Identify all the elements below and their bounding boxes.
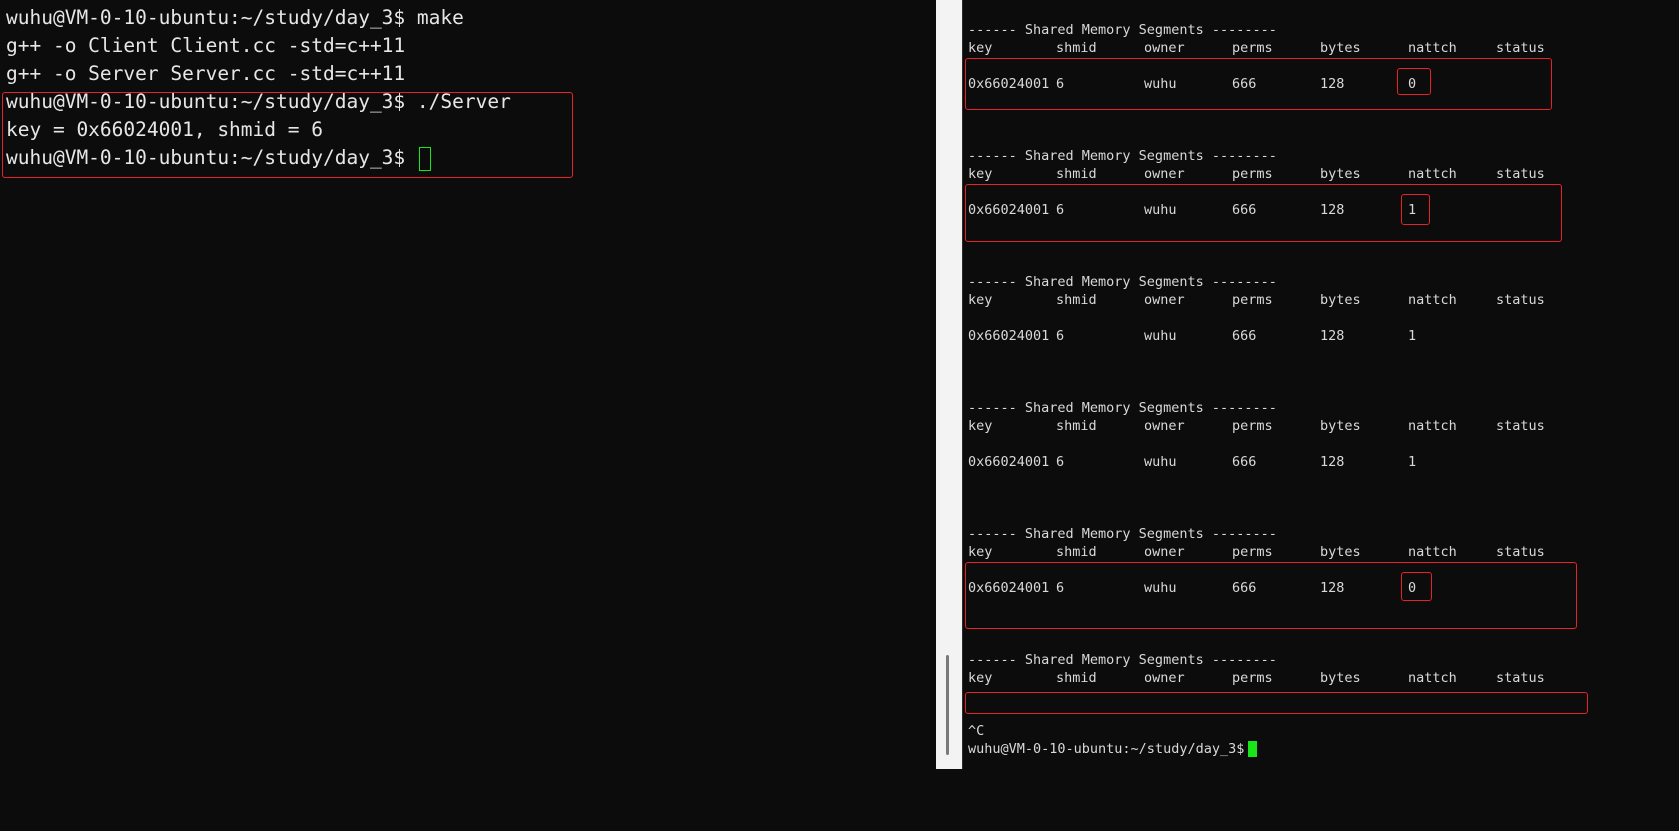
column-header: nattch	[1408, 418, 1457, 434]
column-header: nattch	[1408, 40, 1457, 56]
terminal-line: g++ -o Client Client.cc -std=c++11	[6, 34, 406, 57]
cell-owner: wuhu	[1144, 454, 1177, 470]
section-title: ------ Shared Memory Segments --------	[968, 652, 1277, 668]
terminal-line: wuhu@VM-0-10-ubuntu:~/study/day_3$ make	[6, 6, 464, 29]
column-header-row: key shmid owner perms bytes nattch statu…	[963, 417, 1663, 435]
nattch-highlight-box	[1401, 194, 1430, 225]
column-header: shmid	[1056, 166, 1097, 182]
column-header: status	[1496, 670, 1545, 686]
column-header: nattch	[1408, 166, 1457, 182]
column-header: bytes	[1320, 670, 1361, 686]
column-header: perms	[1232, 292, 1273, 308]
cell-bytes: 128	[1320, 328, 1345, 344]
cell-shmid: 6	[1056, 454, 1065, 470]
column-header: owner	[1144, 544, 1185, 560]
column-header: key	[968, 670, 993, 686]
column-header: bytes	[1320, 418, 1361, 434]
column-header: shmid	[1056, 40, 1097, 56]
highlight-box	[965, 58, 1552, 110]
cursor-icon	[1248, 741, 1258, 757]
interrupt-text: ^C	[968, 723, 985, 739]
scrollbar-thumb[interactable]	[946, 655, 949, 755]
section-title: ------ Shared Memory Segments --------	[968, 22, 1277, 38]
column-header: perms	[1232, 418, 1273, 434]
cell-key: 0x66024001	[968, 454, 1050, 470]
column-header-row: key shmid owner perms bytes nattch statu…	[963, 39, 1663, 57]
column-header: shmid	[1056, 292, 1097, 308]
column-header: perms	[1232, 544, 1273, 560]
column-header: key	[968, 166, 993, 182]
column-header: nattch	[1408, 670, 1457, 686]
column-header: shmid	[1056, 544, 1097, 560]
cell-bytes: 128	[1320, 454, 1345, 470]
column-header: shmid	[1056, 418, 1097, 434]
section-title: ------ Shared Memory Segments --------	[968, 400, 1277, 416]
segment-row: 0x66024001 6 wuhu 666 128 1	[963, 327, 1663, 345]
cell-nattch: 1	[1408, 328, 1417, 344]
right-terminal-pane[interactable]: ------ Shared Memory Segments -------- k…	[962, 0, 1679, 769]
column-header: owner	[1144, 166, 1185, 182]
cell-shmid: 6	[1056, 328, 1065, 344]
highlight-box	[965, 184, 1562, 242]
column-header: status	[1496, 40, 1545, 56]
column-header: status	[1496, 418, 1545, 434]
nattch-highlight-box	[1397, 68, 1431, 95]
highlight-box-empty	[965, 692, 1588, 714]
highlight-box	[2, 92, 573, 178]
column-header-row: key shmid owner perms bytes nattch statu…	[963, 669, 1663, 687]
column-header: owner	[1144, 40, 1185, 56]
column-header: status	[1496, 292, 1545, 308]
section-title: ------ Shared Memory Segments --------	[968, 526, 1277, 542]
column-header: nattch	[1408, 292, 1457, 308]
column-header: perms	[1232, 670, 1273, 686]
column-header: bytes	[1320, 166, 1361, 182]
column-header-row: key shmid owner perms bytes nattch statu…	[963, 291, 1663, 309]
column-header-row: key shmid owner perms bytes nattch statu…	[963, 543, 1663, 561]
column-header: bytes	[1320, 292, 1361, 308]
column-header: bytes	[1320, 40, 1361, 56]
cell-owner: wuhu	[1144, 328, 1177, 344]
column-header: owner	[1144, 418, 1185, 434]
section-title: ------ Shared Memory Segments --------	[968, 274, 1277, 290]
column-header: status	[1496, 544, 1545, 560]
highlight-box	[965, 562, 1577, 629]
column-header: nattch	[1408, 544, 1457, 560]
column-header: key	[968, 544, 993, 560]
column-header: shmid	[1056, 670, 1097, 686]
column-header: key	[968, 292, 993, 308]
column-header: perms	[1232, 166, 1273, 182]
cell-key: 0x66024001	[968, 328, 1050, 344]
section-title: ------ Shared Memory Segments --------	[968, 148, 1277, 164]
terminal-prompt-line: wuhu@VM-0-10-ubuntu:~/study/day_3$	[968, 740, 1258, 758]
column-header: key	[968, 40, 993, 56]
cell-perms: 666	[1232, 328, 1257, 344]
column-header: perms	[1232, 40, 1273, 56]
terminal-prompt: wuhu@VM-0-10-ubuntu:~/study/day_3$	[968, 741, 1245, 757]
cell-perms: 666	[1232, 454, 1257, 470]
pane-divider[interactable]	[936, 0, 962, 769]
cell-nattch: 1	[1408, 454, 1417, 470]
column-header: owner	[1144, 670, 1185, 686]
column-header: status	[1496, 166, 1545, 182]
column-header-row: key shmid owner perms bytes nattch statu…	[963, 165, 1663, 183]
segment-row: 0x66024001 6 wuhu 666 128 1	[963, 453, 1663, 471]
column-header: bytes	[1320, 544, 1361, 560]
terminal-line: g++ -o Server Server.cc -std=c++11	[6, 62, 406, 85]
column-header: owner	[1144, 292, 1185, 308]
left-terminal-pane[interactable]: wuhu@VM-0-10-ubuntu:~/study/day_3$ make …	[0, 0, 936, 769]
column-header: key	[968, 418, 993, 434]
nattch-highlight-box	[1401, 572, 1432, 601]
